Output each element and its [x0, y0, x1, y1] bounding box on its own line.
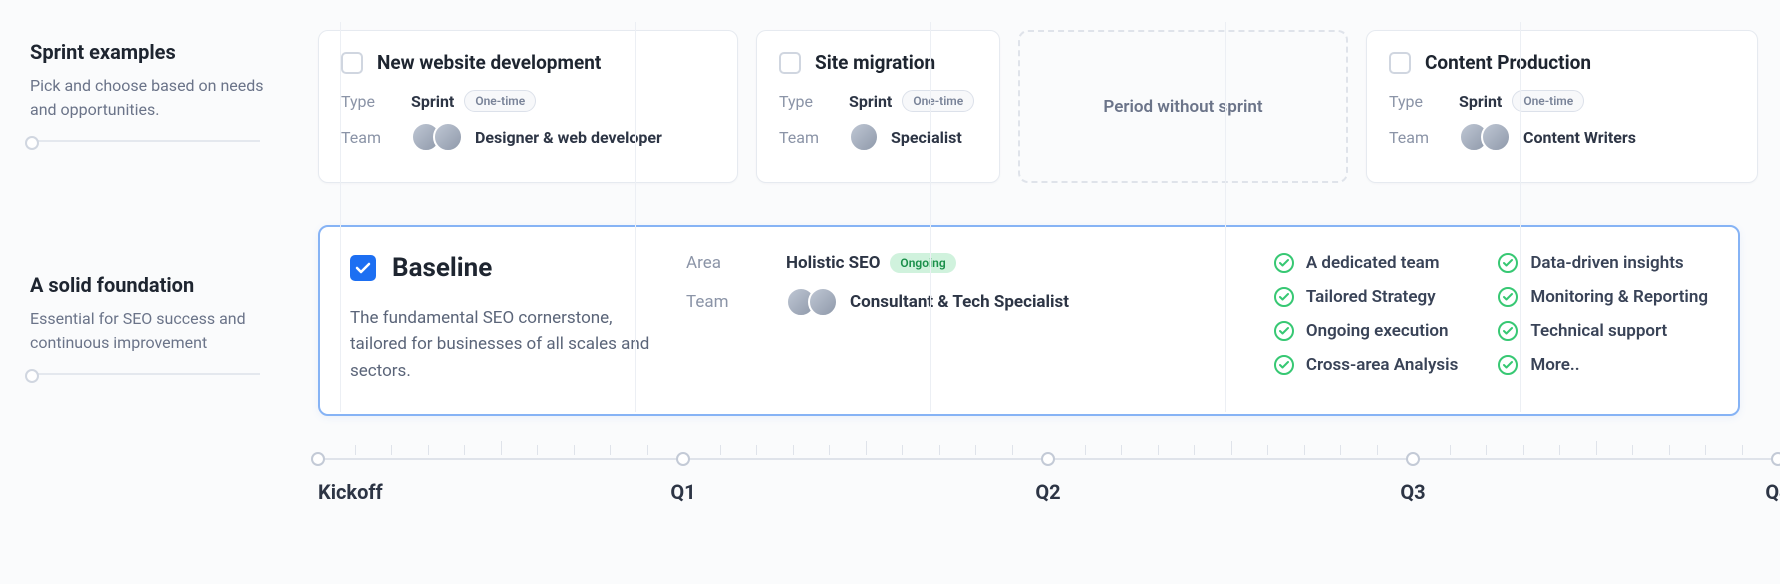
team-value: Consultant & Tech Specialist — [850, 292, 1069, 312]
baseline-row: A solid foundation Essential for SEO suc… — [30, 225, 1740, 416]
sprint-title: New website development — [377, 51, 601, 74]
avatar-icon — [849, 122, 879, 152]
team-value: Designer & web developer — [475, 128, 662, 147]
feature-text: A dedicated team — [1306, 253, 1440, 273]
sprint-card-site-migration[interactable]: Site migration Type Sprint One-time Team… — [756, 30, 1000, 183]
avatar-icon — [433, 122, 463, 152]
type-label: Type — [341, 92, 411, 111]
feature-item: Data-driven insights — [1498, 253, 1708, 273]
quarter-dot — [1771, 452, 1780, 466]
sprint-title: Site migration — [815, 51, 935, 74]
avatar-group — [411, 122, 463, 152]
quarter-label: Q3 — [1400, 480, 1425, 504]
avatar-group — [849, 122, 879, 152]
gap-label: Period without sprint — [1103, 97, 1262, 117]
feature-item: A dedicated team — [1274, 253, 1458, 273]
check-circle-icon — [1274, 287, 1294, 307]
feature-text: Cross-area Analysis — [1306, 355, 1458, 375]
onetime-badge: One-time — [902, 90, 974, 112]
sidebar-baseline: A solid foundation Essential for SEO suc… — [30, 225, 290, 416]
check-circle-icon — [1274, 355, 1294, 375]
feature-text: Technical support — [1530, 321, 1667, 341]
sidebar-subtitle: Pick and choose based on needs and oppor… — [30, 74, 290, 122]
checkbox-empty-icon[interactable] — [1389, 52, 1411, 74]
baseline-card[interactable]: Baseline The fundamental SEO cornerstone… — [318, 225, 1740, 416]
sprint-examples-row: Sprint examples Pick and choose based on… — [30, 30, 1740, 183]
check-circle-icon — [1274, 253, 1294, 273]
check-circle-icon — [1498, 287, 1518, 307]
checkbox-checked-icon[interactable] — [350, 255, 376, 281]
sprint-title: Content Production — [1425, 51, 1591, 74]
ongoing-badge: Ongoing — [890, 253, 955, 273]
feature-item: Technical support — [1498, 321, 1708, 341]
checkbox-empty-icon[interactable] — [341, 52, 363, 74]
area-value: Holistic SEO — [786, 253, 880, 273]
feature-item: More.. — [1498, 355, 1708, 375]
avatar-icon — [808, 287, 838, 317]
quarter-dot — [1041, 452, 1055, 466]
timeline-axis: KickoffQ1Q2Q3Q4 — [318, 458, 1778, 460]
baseline-title: Baseline — [392, 253, 492, 283]
sprint-cards-track: New website development Type Sprint One-… — [318, 30, 1758, 183]
onetime-badge: One-time — [464, 90, 536, 112]
quarter-dot — [311, 452, 325, 466]
type-value: Sprint — [849, 92, 892, 111]
checkbox-empty-icon[interactable] — [779, 52, 801, 74]
feature-text: Ongoing execution — [1306, 321, 1449, 341]
feature-item: Tailored Strategy — [1274, 287, 1458, 307]
period-without-sprint: Period without sprint — [1018, 30, 1348, 183]
avatar-group — [1459, 122, 1511, 152]
area-label: Area — [686, 253, 786, 273]
quarter-label: Q1 — [670, 480, 695, 504]
onetime-badge: One-time — [1512, 90, 1584, 112]
sidebar-title: Sprint examples — [30, 40, 290, 64]
type-label: Type — [1389, 92, 1459, 111]
sidebar-title: A solid foundation — [30, 273, 290, 297]
type-value: Sprint — [411, 92, 454, 111]
features-list: A dedicated team Tailored Strategy Ongoi… — [1105, 253, 1708, 384]
sprint-card-content-production[interactable]: Content Production Type Sprint One-time … — [1366, 30, 1758, 183]
feature-item: Monitoring & Reporting — [1498, 287, 1708, 307]
quarter-label: Q4 — [1765, 480, 1780, 504]
team-label: Team — [1389, 128, 1459, 147]
team-label: Team — [341, 128, 411, 147]
sidebar-subtitle: Essential for SEO success and continuous… — [30, 307, 290, 355]
sidebar-marker-line — [30, 140, 260, 142]
quarter-label: Kickoff — [318, 480, 383, 504]
quarter-dot — [676, 452, 690, 466]
type-value: Sprint — [1459, 92, 1502, 111]
baseline-description: The fundamental SEO cornerstone, tailore… — [350, 305, 650, 384]
avatar-group — [786, 287, 838, 317]
team-value: Specialist — [891, 128, 962, 147]
sidebar-marker-line — [30, 373, 260, 375]
team-value: Content Writers — [1523, 128, 1636, 147]
check-circle-icon — [1498, 321, 1518, 341]
feature-text: More.. — [1530, 355, 1579, 375]
type-label: Type — [779, 92, 849, 111]
check-circle-icon — [1274, 321, 1294, 341]
quarter-dot — [1406, 452, 1420, 466]
quarter-label: Q2 — [1035, 480, 1060, 504]
avatar-icon — [1481, 122, 1511, 152]
sprint-card-new-website[interactable]: New website development Type Sprint One-… — [318, 30, 738, 183]
team-label: Team — [779, 128, 849, 147]
feature-text: Monitoring & Reporting — [1530, 287, 1708, 307]
feature-item: Ongoing execution — [1274, 321, 1458, 341]
check-circle-icon — [1498, 253, 1518, 273]
feature-text: Data-driven insights — [1530, 253, 1683, 273]
feature-item: Cross-area Analysis — [1274, 355, 1458, 375]
sidebar-sprint-examples: Sprint examples Pick and choose based on… — [30, 30, 290, 142]
timeline: KickoffQ1Q2Q3Q4 — [318, 458, 1740, 460]
feature-text: Tailored Strategy — [1306, 287, 1436, 307]
check-circle-icon — [1498, 355, 1518, 375]
team-label: Team — [686, 292, 786, 312]
